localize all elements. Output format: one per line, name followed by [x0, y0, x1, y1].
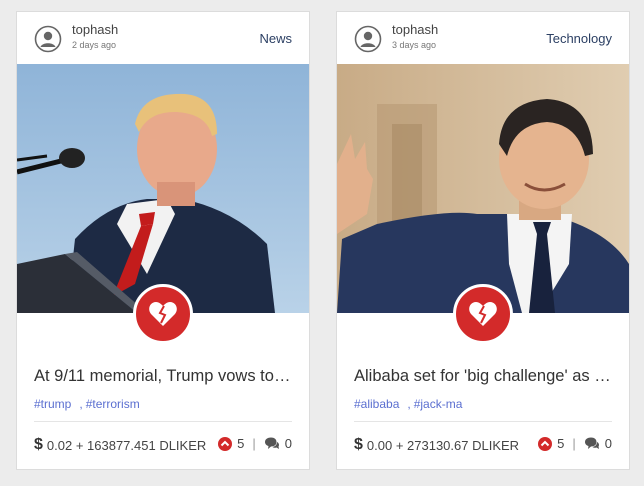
user-avatar-icon[interactable] — [34, 25, 62, 53]
card-footer: $ 0.02 + 163877.451 DLIKER 5 | 0 — [34, 434, 292, 454]
payout: $ 0.02 + 163877.451 DLIKER — [34, 436, 206, 454]
post-image[interactable] — [17, 64, 309, 313]
jack-ma-photo — [337, 64, 629, 313]
payout-value: 0.00 + 273130.67 DLIKER — [366, 437, 520, 453]
divider — [354, 421, 612, 422]
post-title[interactable]: Alibaba set for 'big challenge' as fl... — [354, 367, 612, 386]
author-name[interactable]: tophash — [392, 22, 438, 37]
dollar-icon: $ — [354, 436, 363, 453]
broken-heart-like-icon — [149, 302, 177, 326]
tag-link[interactable]: #alibaba — [354, 397, 399, 411]
tag-link[interactable]: #terrorism — [86, 397, 140, 411]
payout-value: 0.02 + 163877.451 DLIKER — [46, 437, 207, 453]
comments-icon[interactable] — [264, 437, 280, 450]
post-stats: 5 | 0 — [538, 436, 612, 451]
like-button[interactable] — [133, 284, 193, 344]
broken-heart-like-icon — [469, 302, 497, 326]
post-card[interactable]: tophash 2 days ago News At 9/11 memorial… — [16, 11, 310, 470]
tag-link[interactable]: #trump — [34, 397, 71, 411]
comment-count: 0 — [604, 436, 612, 451]
tag-link[interactable]: #jack-ma — [414, 397, 463, 411]
post-time: 2 days ago — [72, 40, 117, 50]
upvote-chevron-icon[interactable] — [218, 436, 233, 451]
upvote-chevron-icon[interactable] — [538, 436, 553, 451]
vote-count: 5 — [557, 436, 565, 451]
category-link[interactable]: News — [259, 31, 292, 46]
divider — [34, 421, 292, 422]
author-name[interactable]: tophash — [72, 22, 118, 37]
post-stats: 5 | 0 — [218, 436, 292, 451]
post-tags: #trump, #terrorism — [34, 397, 140, 411]
like-button[interactable] — [453, 284, 513, 344]
post-title[interactable]: At 9/11 memorial, Trump vows to s... — [34, 367, 292, 386]
card-footer: $ 0.00 + 273130.67 DLIKER 5 | 0 — [354, 434, 612, 454]
dollar-icon: $ — [34, 436, 43, 453]
post-time: 3 days ago — [392, 40, 437, 50]
card-header: tophash 2 days ago News — [17, 12, 309, 64]
card-header: tophash 3 days ago Technology — [337, 12, 629, 64]
stats-separator: | — [572, 436, 576, 451]
post-tags: #alibaba, #jack-ma — [354, 397, 463, 411]
user-avatar-icon[interactable] — [354, 25, 382, 53]
vote-count: 5 — [237, 436, 245, 451]
category-link[interactable]: Technology — [546, 31, 612, 46]
comments-icon[interactable] — [584, 437, 600, 450]
payout: $ 0.00 + 273130.67 DLIKER — [354, 436, 519, 454]
post-card[interactable]: tophash 3 days ago Technology Alibaba se… — [336, 11, 630, 470]
trump-photo — [17, 64, 309, 313]
stats-separator: | — [252, 436, 256, 451]
post-image[interactable] — [337, 64, 629, 313]
comment-count: 0 — [284, 436, 292, 451]
